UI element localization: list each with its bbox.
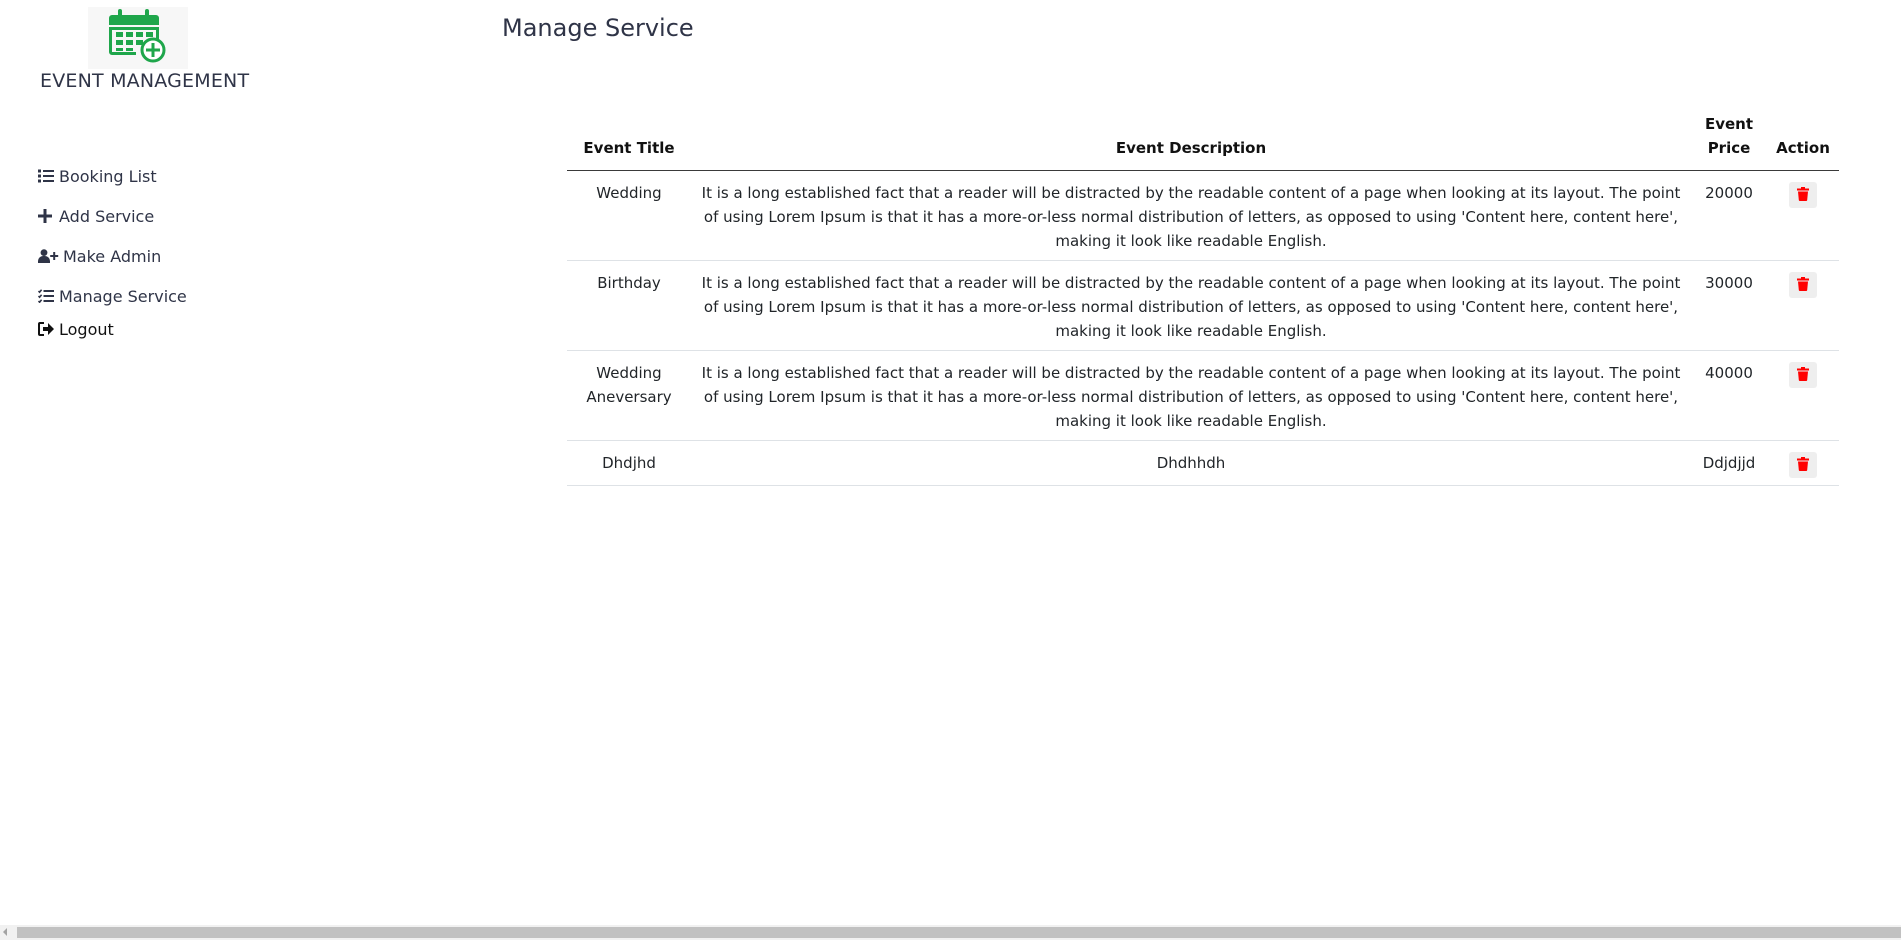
sidebar-item-logout[interactable]: Logout (38, 318, 187, 340)
services-table-container: Event Title Event Description Event Pric… (567, 108, 1839, 486)
trash-icon (1797, 366, 1809, 384)
action-cell (1767, 170, 1839, 261)
trash-icon (1797, 186, 1809, 204)
event-title-cell: Birthday (567, 260, 691, 351)
delete-button[interactable] (1789, 452, 1817, 478)
delete-button[interactable] (1789, 272, 1817, 298)
action-cell (1767, 350, 1839, 441)
sidebar-item-label: Manage Service (59, 286, 187, 306)
sidebar-item-label: Booking List (59, 166, 157, 186)
event-title-cell: Dhdjhd (567, 440, 691, 486)
event-description-cell: It is a long established fact that a rea… (691, 350, 1691, 441)
sidebar-item-add-service[interactable]: Add Service (38, 205, 187, 227)
column-header-event-price: Event Price (1691, 108, 1767, 171)
action-cell (1767, 440, 1839, 486)
column-header-event-description: Event Description (691, 108, 1691, 171)
services-table: Event Title Event Description Event Pric… (567, 108, 1839, 486)
sidebar-nav: Booking List Add Service Make Admin Mana… (38, 165, 187, 340)
table-header-row: Event Title Event Description Event Pric… (567, 108, 1839, 171)
table-row: Wedding It is a long established fact th… (567, 170, 1839, 261)
horizontal-scrollbar[interactable] (0, 925, 1901, 940)
event-price-cell: 40000 (1691, 350, 1767, 441)
table-row: Dhdjhd Dhdhhdh Ddjdjjd (567, 440, 1839, 486)
plus-icon (38, 208, 56, 224)
page-title: Manage Service (502, 14, 694, 42)
event-title-cell: Wedding Aneversary (567, 350, 691, 441)
list-icon (38, 168, 56, 184)
brand-name: EVENT MANAGEMENT (40, 70, 250, 92)
event-description-cell: It is a long established fact that a rea… (691, 170, 1691, 261)
event-price-cell: 20000 (1691, 170, 1767, 261)
event-description-cell: It is a long established fact that a rea… (691, 260, 1691, 351)
calendar-plus-icon (108, 8, 168, 68)
trash-icon (1797, 456, 1809, 474)
sidebar-item-label: Add Service (59, 206, 155, 226)
delete-button[interactable] (1789, 362, 1817, 388)
column-header-event-title: Event Title (567, 108, 691, 171)
scrollbar-thumb[interactable] (17, 927, 1901, 938)
tasks-icon (38, 288, 56, 304)
event-price-cell: Ddjdjjd (1691, 440, 1767, 486)
scroll-left-arrow-icon[interactable] (3, 928, 7, 936)
delete-button[interactable] (1789, 182, 1817, 208)
sidebar: EVENT MANAGEMENT Booking List Add Servic… (0, 0, 480, 920)
event-title-cell: Wedding (567, 170, 691, 261)
user-plus-icon (38, 248, 60, 264)
table-header: Event Title Event Description Event Pric… (567, 108, 1839, 171)
sidebar-item-make-admin[interactable]: Make Admin (38, 245, 187, 267)
column-header-action: Action (1767, 108, 1839, 171)
sidebar-item-label: Make Admin (63, 246, 162, 266)
action-cell (1767, 260, 1839, 351)
sign-out-icon (38, 321, 56, 337)
table-body: Wedding It is a long established fact th… (567, 170, 1839, 486)
logo (88, 7, 188, 69)
event-description-cell: Dhdhhdh (691, 440, 1691, 486)
table-row: Birthday It is a long established fact t… (567, 260, 1839, 351)
sidebar-item-label: Logout (59, 319, 114, 339)
table-row: Wedding Aneversary It is a long establis… (567, 350, 1839, 441)
event-price-cell: 30000 (1691, 260, 1767, 351)
sidebar-item-booking-list[interactable]: Booking List (38, 165, 187, 187)
trash-icon (1797, 276, 1809, 294)
sidebar-item-manage-service[interactable]: Manage Service (38, 285, 187, 307)
